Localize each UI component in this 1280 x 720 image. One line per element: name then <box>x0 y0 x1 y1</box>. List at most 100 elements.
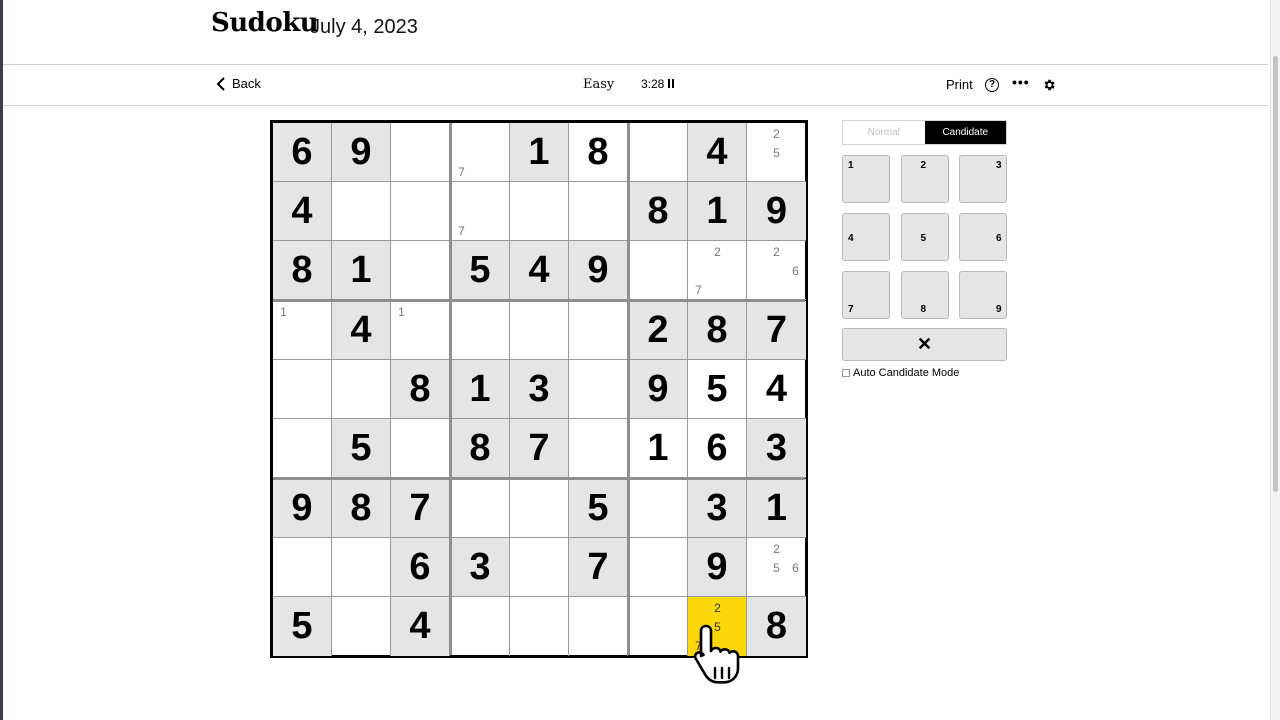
erase-button[interactable]: ✕ <box>842 328 1007 361</box>
cell-r9c6[interactable] <box>569 597 628 656</box>
cell-r1c1[interactable]: 6 <box>273 123 332 182</box>
cell-r9c7[interactable] <box>629 597 688 656</box>
cell-r6c9[interactable]: 3 <box>747 419 806 478</box>
cell-r9c5[interactable] <box>510 597 569 656</box>
cell-r6c3[interactable] <box>391 419 450 478</box>
keypad-key-1[interactable]: 1 <box>842 155 890 203</box>
cell-r8c9[interactable]: 2 56 <box>747 538 806 597</box>
keypad-key-7[interactable]: 7 <box>842 271 890 319</box>
cell-r2c7[interactable]: 8 <box>629 182 688 241</box>
cell-r1c6[interactable]: 8 <box>569 123 628 182</box>
cell-r5c6[interactable] <box>569 360 628 419</box>
cell-r7c6[interactable]: 5 <box>569 479 628 538</box>
candidate-mode-button[interactable]: Candidate <box>924 121 1006 144</box>
cell-r8c2[interactable] <box>332 538 391 597</box>
cell-r1c8[interactable]: 4 <box>688 123 747 182</box>
cell-r5c4[interactable]: 1 <box>451 360 510 419</box>
cell-r3c2[interactable]: 1 <box>332 241 391 300</box>
keypad-key-9[interactable]: 9 <box>959 271 1007 319</box>
cell-r5c5[interactable]: 3 <box>510 360 569 419</box>
cell-r9c2[interactable] <box>332 597 391 656</box>
cell-r4c1[interactable]: 1 <box>273 301 332 360</box>
keypad-key-8[interactable]: 8 <box>900 271 949 319</box>
auto-candidate-checkbox[interactable] <box>842 369 850 377</box>
pause-icon[interactable] <box>668 79 675 89</box>
cell-r3c8[interactable]: 27 <box>688 241 747 300</box>
cell-r7c7[interactable] <box>629 479 688 538</box>
cell-r4c2[interactable]: 4 <box>332 301 391 360</box>
cell-r7c4[interactable] <box>451 479 510 538</box>
cell-r8c4[interactable]: 3 <box>451 538 510 597</box>
cell-r1c2[interactable]: 9 <box>332 123 391 182</box>
cell-r3c1[interactable]: 8 <box>273 241 332 300</box>
cell-r4c3[interactable]: 1 <box>391 301 450 360</box>
cell-r3c7[interactable] <box>629 241 688 300</box>
cell-r1c9[interactable]: 25 <box>747 123 806 182</box>
cell-r2c8[interactable]: 1 <box>688 182 747 241</box>
cell-r3c5[interactable]: 4 <box>510 241 569 300</box>
gear-icon[interactable] <box>1042 78 1056 92</box>
cell-r4c5[interactable] <box>510 301 569 360</box>
cell-r8c5[interactable] <box>510 538 569 597</box>
cell-r7c1[interactable]: 9 <box>273 479 332 538</box>
cell-r7c9[interactable]: 1 <box>747 479 806 538</box>
normal-mode-button[interactable]: Normal <box>843 121 925 144</box>
cell-r9c1[interactable]: 5 <box>273 597 332 656</box>
cell-r6c2[interactable]: 5 <box>332 419 391 478</box>
cell-r5c2[interactable] <box>332 360 391 419</box>
timer[interactable]: 3:28 <box>641 77 675 91</box>
scrollbar[interactable] <box>1270 0 1280 720</box>
cell-r6c8[interactable]: 6 <box>688 419 747 478</box>
cell-r3c6[interactable]: 9 <box>569 241 628 300</box>
cell-r9c8[interactable]: 2 57 <box>688 597 747 656</box>
back-button[interactable]: Back <box>216 76 261 91</box>
cell-r1c7[interactable] <box>629 123 688 182</box>
cell-r2c5[interactable] <box>510 182 569 241</box>
cell-r1c4[interactable]: 7 <box>451 123 510 182</box>
cell-r4c8[interactable]: 8 <box>688 301 747 360</box>
keypad-key-6[interactable]: 6 <box>959 213 1007 261</box>
cell-r6c7[interactable]: 1 <box>629 419 688 478</box>
cell-r5c9[interactable]: 4 <box>747 360 806 419</box>
cell-r2c3[interactable] <box>391 182 450 241</box>
cell-r4c4[interactable] <box>451 301 510 360</box>
cell-r1c3[interactable] <box>391 123 450 182</box>
cell-r4c7[interactable]: 2 <box>629 301 688 360</box>
cell-r8c3[interactable]: 6 <box>391 538 450 597</box>
cell-r7c2[interactable]: 8 <box>332 479 391 538</box>
cell-r6c1[interactable] <box>273 419 332 478</box>
cell-r5c3[interactable]: 8 <box>391 360 450 419</box>
cell-r5c7[interactable]: 9 <box>629 360 688 419</box>
cell-r3c9[interactable]: 26 <box>747 241 806 300</box>
cell-r2c6[interactable] <box>569 182 628 241</box>
cell-r7c8[interactable]: 3 <box>688 479 747 538</box>
cell-r2c1[interactable]: 4 <box>273 182 332 241</box>
cell-r2c2[interactable] <box>332 182 391 241</box>
keypad-key-5[interactable]: 5 <box>900 213 949 261</box>
cell-r4c6[interactable] <box>569 301 628 360</box>
cell-r2c9[interactable]: 9 <box>747 182 806 241</box>
scroll-thumb[interactable] <box>1273 56 1278 492</box>
cell-r7c3[interactable]: 7 <box>391 479 450 538</box>
cell-r6c5[interactable]: 7 <box>510 419 569 478</box>
cell-r9c9[interactable]: 8 <box>747 597 806 656</box>
print-button[interactable]: Print <box>946 77 973 92</box>
cell-r8c6[interactable]: 7 <box>569 538 628 597</box>
cell-r7c5[interactable] <box>510 479 569 538</box>
question-circle-icon[interactable]: ? <box>985 78 999 92</box>
cell-r3c3[interactable] <box>391 241 450 300</box>
cell-r3c4[interactable]: 5 <box>451 241 510 300</box>
cell-r8c1[interactable] <box>273 538 332 597</box>
cell-r8c8[interactable]: 9 <box>688 538 747 597</box>
keypad-key-3[interactable]: 3 <box>959 155 1007 203</box>
cell-r5c8[interactable]: 5 <box>688 360 747 419</box>
cell-r4c9[interactable]: 7 <box>747 301 806 360</box>
auto-candidate-toggle[interactable]: Auto Candidate Mode <box>842 367 959 379</box>
keypad-key-2[interactable]: 2 <box>900 155 949 203</box>
ellipsis-icon[interactable]: ••• <box>1012 74 1030 90</box>
keypad-key-4[interactable]: 4 <box>842 213 890 261</box>
cell-r6c6[interactable] <box>569 419 628 478</box>
cell-r1c5[interactable]: 1 <box>510 123 569 182</box>
cell-r9c4[interactable] <box>451 597 510 656</box>
cell-r9c3[interactable]: 4 <box>391 597 450 656</box>
